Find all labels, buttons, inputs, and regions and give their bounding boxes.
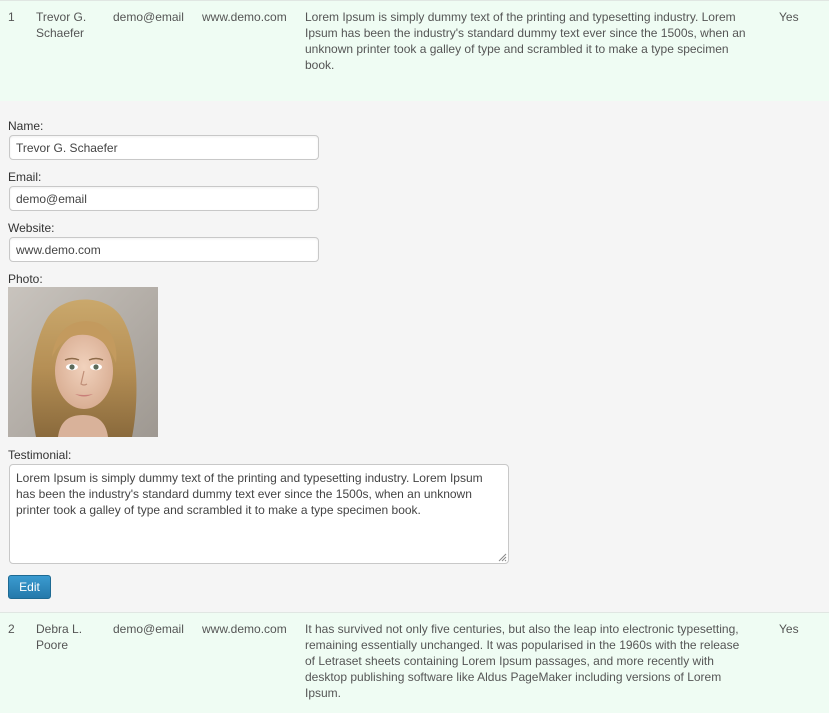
website-field[interactable] — [9, 237, 319, 262]
name-label: Name: — [8, 119, 44, 133]
name-field[interactable] — [9, 135, 319, 160]
row-number: 1 — [8, 10, 15, 24]
row-name: Trevor G. Schaefer — [36, 10, 87, 40]
row-email: demo@email — [113, 622, 184, 636]
row-name: Debra L. Poore — [36, 622, 83, 652]
row-approved: Yes — [779, 10, 799, 24]
row-website: www.demo.com — [202, 622, 287, 636]
row-email: demo@email — [113, 10, 184, 24]
row-number: 2 — [8, 622, 15, 636]
person-photo — [8, 287, 158, 437]
row-testimonial: It has survived not only five centuries,… — [305, 622, 740, 700]
row-website: www.demo.com — [202, 10, 287, 24]
website-label: Website: — [8, 221, 55, 235]
testimonial-label: Testimonial: — [8, 448, 72, 462]
testimonial-detail-panel: Name: Email: Website: Photo: — [0, 101, 829, 612]
photo-label: Photo: — [8, 272, 43, 286]
email-label: Email: — [8, 170, 42, 184]
table-row[interactable]: 1 Trevor G. Schaefer demo@email www.demo… — [0, 0, 829, 102]
edit-button[interactable]: Edit — [8, 575, 51, 599]
email-field[interactable] — [9, 186, 319, 211]
testimonial-textarea[interactable]: Lorem Ipsum is simply dummy text of the … — [9, 464, 509, 564]
row-approved: Yes — [779, 622, 799, 636]
row-testimonial: Lorem Ipsum is simply dummy text of the … — [305, 10, 746, 72]
resize-grip-icon[interactable] — [498, 553, 507, 562]
table-row[interactable]: 2 Debra L. Poore demo@email www.demo.com… — [0, 612, 829, 713]
